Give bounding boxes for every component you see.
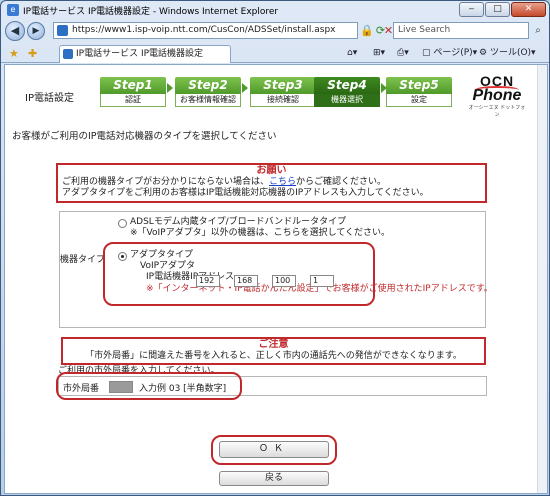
ie-icon: e [7, 4, 19, 16]
step-3: Step3 接続確認 [250, 77, 316, 111]
page-title: IP電話設定 [25, 93, 74, 104]
notice-title: お願い [256, 165, 287, 176]
step-4-active: Step4 機器選択 [314, 77, 380, 111]
step-arrow-icon [167, 83, 173, 93]
back-nav-icon[interactable]: ◀ [5, 21, 25, 41]
device-type-form: 機器タイプ ADSLモデム内蔵タイプ/ブロードバンドルータタイプ ※「VoIPア… [59, 211, 493, 328]
ip-octet-4[interactable]: 1 [310, 275, 334, 287]
step-arrow-icon [242, 83, 248, 93]
page-content: IP電話設定 Step1 認証 Step2 お客様情報確認 Step3 接続確認… [4, 64, 548, 494]
close-button[interactable]: ✕ [511, 2, 546, 17]
back-button[interactable]: 戻る [219, 471, 329, 486]
step-2: Step2 お客様情報確認 [175, 77, 241, 111]
ip-address-label: IP電話機器IPアドレス [146, 272, 235, 282]
option-adapter-title: アダプタタイプ [130, 250, 194, 260]
area-code-row: 市外局番 入力例 03 [半角数字] [58, 376, 487, 396]
browser-window: e IP電話サービス IP電話機器設定 - Windows Internet E… [0, 0, 550, 496]
address-toolbar: ◀ ▶ https://www1.isp-voip.ntt.com/CusCon… [1, 20, 549, 42]
step-1: Step1 認証 [100, 77, 166, 111]
vertical-scrollbar[interactable] [537, 65, 547, 493]
search-icon[interactable]: ⌕ [531, 22, 545, 39]
caution-line: 「市外局番」に間違えた番号を入れると、正しく市内の通話先への発信ができなくなりま… [85, 351, 462, 361]
notice-box: お願い ご利用の機器タイプがお分かりにならない場合は、こちらからご確認ください。… [56, 163, 487, 203]
lock-icon[interactable]: 🔒 [360, 24, 374, 37]
radio-adapter[interactable] [118, 252, 127, 261]
search-input[interactable]: Live Search [393, 22, 529, 39]
minimize-button[interactable]: ‒ [459, 2, 484, 17]
device-type-label: 機器タイプ [60, 255, 106, 265]
area-code-label: 市外局番 [63, 384, 100, 394]
page-icon [57, 25, 68, 36]
notice-line-2: アダプタタイプをご利用のお客様はIP電話機能対応機器のIPアドレスも入力してくだ… [62, 188, 429, 198]
area-code-input[interactable] [109, 381, 133, 393]
section-question: お客様がご利用のIP電話対応機器のタイプを選択してください [12, 131, 277, 142]
tab-current[interactable]: IP電話サービス IP電話機器設定 [59, 45, 231, 63]
maximize-button[interactable]: □ [485, 2, 510, 17]
page-menu[interactable]: ▢ ページ(P)▾ [422, 46, 477, 60]
caution-title: ご注意 [258, 339, 289, 350]
step-5: Step5 設定 [386, 77, 452, 111]
ip-octet-1[interactable]: 192 [196, 275, 220, 287]
option-adapter-sub: VoIPアダプタ [140, 261, 196, 271]
tab-title: IP電話サービス IP電話機器設定 [76, 49, 204, 59]
option-adsl-title: ADSLモデム内蔵タイプ/ブロードバンドルータタイプ [130, 217, 347, 227]
logo-swoosh [475, 86, 519, 94]
home-icon[interactable]: ⌂▾ [347, 46, 357, 60]
title-bar: e IP電話サービス IP電話機器設定 - Windows Internet E… [1, 1, 549, 19]
notice-line-1: ご利用の機器タイプがお分かりにならない場合は、こちらからご確認ください。 [62, 177, 387, 187]
ip-octet-2[interactable]: 168 [234, 275, 258, 287]
tab-bar: ★ ✚ IP電話サービス IP電話機器設定 ⌂▾ ⊞▾ ⎙▾ ▢ ページ(P)▾… [1, 43, 549, 63]
ocn-phone-logo: OCN Phone オーシーエヌ ドットフォン [468, 73, 526, 118]
forward-nav-icon[interactable]: ▶ [27, 22, 45, 40]
option-adsl-note: ※「VoIPアダプタ」以外の機器は、こちらを選択してください。 [130, 228, 391, 238]
window-title: IP電話サービス IP電話機器設定 - Windows Internet Exp… [23, 7, 279, 17]
check-here-link[interactable]: こちら [269, 177, 296, 187]
area-code-hint: ご利用の市外局番を入力してください。 [58, 366, 220, 376]
address-bar[interactable]: https://www1.isp-voip.ntt.com/CusCon/ADS… [53, 22, 358, 39]
area-code-example: 入力例 03 [半角数字] [139, 384, 227, 394]
print-icon[interactable]: ⎙▾ [397, 46, 409, 60]
address-url: https://www1.isp-voip.ntt.com/CusCon/ADS… [72, 25, 336, 35]
tools-menu[interactable]: ⚙ ツール(O)▾ [479, 46, 536, 60]
caution-box: ご注意 「市外局番」に間違えた番号を入れると、正しく市内の通話先への発信ができな… [61, 337, 486, 365]
favorites-star-icon[interactable]: ★ [9, 47, 19, 60]
ip-octet-3[interactable]: 100 [272, 275, 296, 287]
add-favorite-icon[interactable]: ✚ [28, 47, 37, 60]
ok-button[interactable]: ＯＫ [219, 441, 329, 458]
tab-page-icon [63, 49, 73, 59]
feeds-icon[interactable]: ⊞▾ [373, 46, 385, 60]
radio-adsl-router[interactable] [118, 219, 127, 228]
